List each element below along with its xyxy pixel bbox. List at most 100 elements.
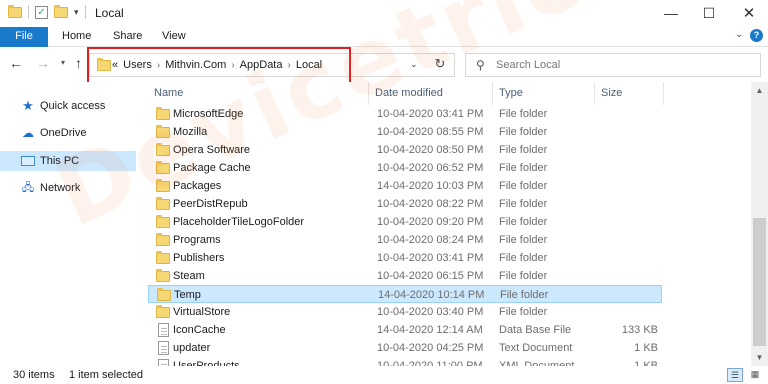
table-row[interactable]: PeerDistRepub 10-04-2020 08:22 PM File fol… bbox=[148, 195, 662, 213]
column-divider[interactable] bbox=[368, 82, 369, 105]
close-button[interactable]: ✕ bbox=[730, 0, 768, 27]
scroll-up-icon[interactable]: ▲ bbox=[751, 82, 768, 99]
file-type: File folder bbox=[499, 270, 548, 282]
file-date-modified: 14-04-2020 10:14 PM bbox=[378, 289, 485, 301]
properties-icon[interactable]: ✓ bbox=[35, 5, 48, 19]
tab-home[interactable]: Home bbox=[62, 27, 91, 47]
file-name: VirtualStore bbox=[173, 306, 231, 318]
file-name: Steam bbox=[173, 270, 205, 282]
folder-icon bbox=[156, 197, 170, 210]
toolbar-divider bbox=[28, 5, 29, 19]
scroll-down-icon[interactable]: ▼ bbox=[751, 349, 768, 366]
file-date-modified: 10-04-2020 03:41 PM bbox=[377, 108, 484, 120]
file-type: File folder bbox=[499, 216, 548, 228]
column-divider[interactable] bbox=[663, 82, 664, 105]
folder-icon bbox=[156, 161, 170, 174]
table-row[interactable]: Publishers 10-04-2020 03:41 PM File folder bbox=[148, 249, 662, 267]
tab-view[interactable]: View bbox=[162, 27, 186, 47]
tab-file[interactable]: File bbox=[0, 27, 48, 47]
file-name: Package Cache bbox=[173, 162, 251, 174]
nav-item-quick-access[interactable]: ★ Quick access bbox=[0, 96, 136, 116]
file-size: 1 KB bbox=[634, 342, 658, 354]
file-type: Data Base File bbox=[499, 324, 572, 336]
table-row[interactable]: Steam 10-04-2020 06:15 PM File folder bbox=[148, 267, 662, 285]
file-type: File folder bbox=[499, 198, 548, 210]
help-icon[interactable]: ? bbox=[750, 29, 763, 42]
address-history-dropdown-icon[interactable]: ⌄ bbox=[410, 59, 418, 70]
search-input[interactable] bbox=[496, 57, 746, 73]
column-header: Name ⌃ Date modified Type Size bbox=[146, 82, 750, 105]
file-date-modified: 10-04-2020 06:52 PM bbox=[377, 162, 484, 174]
file-type: File folder bbox=[499, 162, 548, 174]
file-date-modified: 10-04-2020 08:22 PM bbox=[377, 198, 484, 210]
column-type[interactable]: Type bbox=[499, 87, 523, 99]
table-row[interactable]: VirtualStore 10-04-2020 03:40 PM File fold… bbox=[148, 303, 662, 321]
column-divider[interactable] bbox=[492, 82, 493, 105]
table-row[interactable]: UserProducts 10-04-2020 11:00 PM XML Docum… bbox=[148, 357, 662, 366]
customize-toolbar-icon[interactable]: ▾ bbox=[74, 7, 79, 18]
table-row[interactable]: Opera Software 10-04-2020 08:50 PM File fo… bbox=[148, 141, 662, 159]
nav-item-this-pc[interactable]: This PC bbox=[0, 151, 136, 171]
title-bar: ✓ ▾ Local — ☐ ✕ bbox=[0, 0, 768, 27]
minimize-button[interactable]: — bbox=[652, 0, 690, 27]
table-row[interactable]: IconCache 14-04-2020 12:14 AM Data Base Fi… bbox=[148, 321, 662, 339]
file-name: Temp bbox=[174, 289, 201, 301]
refresh-icon[interactable]: ↻ bbox=[427, 56, 453, 76]
file-type: File folder bbox=[499, 108, 548, 120]
tab-share[interactable]: Share bbox=[113, 27, 142, 47]
folder-icon bbox=[157, 288, 171, 301]
file-name: Programs bbox=[173, 234, 221, 246]
table-row[interactable]: Packages 14-04-2020 10:03 PM File folder bbox=[148, 177, 662, 195]
nav-item-label: Network bbox=[40, 182, 81, 194]
folder-icon bbox=[156, 269, 170, 282]
file-list: Name ⌃ Date modified Type Size Microsoft… bbox=[146, 82, 750, 366]
table-row[interactable]: MicrosoftEdge 10-04-2020 03:41 PM File fol… bbox=[148, 105, 662, 123]
file-name: Packages bbox=[173, 180, 222, 192]
search-box[interactable]: ⚲ bbox=[465, 53, 761, 77]
details-view-icon[interactable]: ☰ bbox=[727, 368, 743, 382]
folder-icon bbox=[156, 125, 170, 138]
file-date-modified: 10-04-2020 08:55 PM bbox=[377, 126, 484, 138]
file-date-modified: 10-04-2020 09:20 PM bbox=[377, 216, 484, 228]
file-date-modified: 14-04-2020 12:14 AM bbox=[377, 324, 483, 336]
column-size[interactable]: Size bbox=[601, 87, 622, 99]
ribbon-tabs: File Home Share View ⌄ ? bbox=[0, 27, 768, 47]
maximize-button[interactable]: ☐ bbox=[690, 0, 728, 27]
selection-count: 1 item selected bbox=[69, 369, 143, 381]
nav-item-onedrive[interactable]: ☁ OneDrive bbox=[0, 123, 136, 143]
nav-item-label: OneDrive bbox=[40, 127, 87, 139]
table-row[interactable]: updater 10-04-2020 04:25 PM Text Document 1… bbox=[148, 339, 662, 357]
column-divider[interactable] bbox=[594, 82, 595, 105]
document-icon bbox=[158, 341, 169, 355]
new-folder-icon[interactable] bbox=[54, 4, 68, 18]
expand-ribbon-icon[interactable]: ⌄ bbox=[735, 29, 743, 40]
table-row[interactable]: Programs 10-04-2020 08:24 PM File folder bbox=[148, 231, 662, 249]
file-name: Publishers bbox=[173, 252, 225, 264]
file-name: updater bbox=[173, 342, 211, 354]
file-type: File folder bbox=[499, 180, 548, 192]
back-arrow-icon[interactable]: ← bbox=[9, 55, 23, 71]
table-row[interactable]: Mozilla 10-04-2020 08:55 PM File folder bbox=[148, 123, 662, 141]
table-row[interactable]: PlaceholderTileLogoFolder 10-04-2020 09:2… bbox=[148, 213, 662, 231]
toolbar-divider bbox=[84, 5, 86, 19]
folder-icon bbox=[156, 251, 170, 264]
file-name: PeerDistRepub bbox=[173, 198, 248, 210]
column-name[interactable]: Name bbox=[154, 87, 183, 99]
file-date-modified: 10-04-2020 03:41 PM bbox=[377, 252, 484, 264]
scrollbar-thumb[interactable] bbox=[753, 218, 766, 346]
address-highlight-annotation bbox=[87, 47, 351, 84]
vertical-scrollbar[interactable]: ▲ ▼ bbox=[751, 82, 768, 366]
up-arrow-icon[interactable]: ↑ bbox=[75, 55, 82, 71]
file-name: PlaceholderTileLogoFolder bbox=[173, 216, 305, 228]
table-row[interactable]: Temp 14-04-2020 10:14 PM File folder bbox=[148, 285, 662, 303]
folder-icon bbox=[156, 143, 170, 156]
nav-item-network[interactable]: 🖧 Network bbox=[0, 178, 136, 198]
forward-arrow-icon[interactable]: → bbox=[36, 55, 50, 71]
column-date-modified[interactable]: Date modified bbox=[375, 87, 443, 99]
large-icons-view-icon[interactable]: ▦ bbox=[747, 368, 763, 382]
recent-locations-icon[interactable]: ▾ bbox=[61, 58, 65, 67]
file-name: Opera Software bbox=[173, 144, 251, 156]
folder-icon bbox=[156, 215, 170, 228]
nav-item-label: This PC bbox=[40, 155, 80, 167]
table-row[interactable]: Package Cache 10-04-2020 06:52 PM File fol… bbox=[148, 159, 662, 177]
